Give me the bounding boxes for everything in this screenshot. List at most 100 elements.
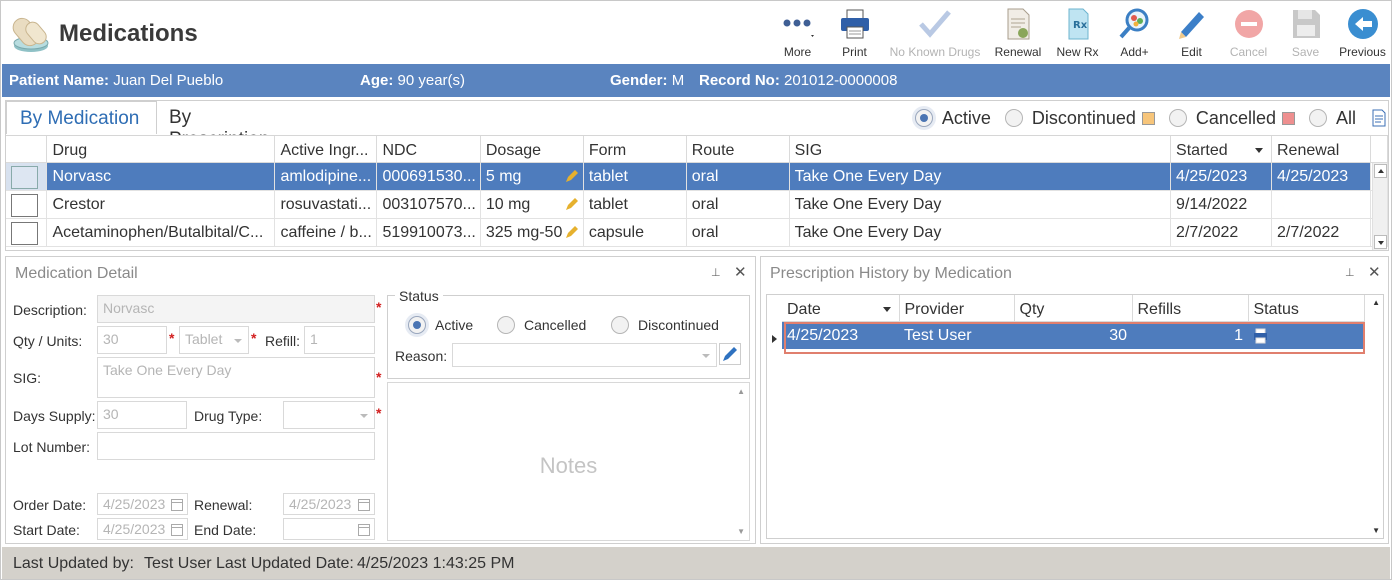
edit-reason-icon[interactable] — [719, 343, 741, 365]
lot-number-field[interactable] — [97, 432, 375, 460]
history-scroll-down-icon[interactable]: ▼ — [1372, 526, 1380, 535]
filter-cancelled[interactable]: Cancelled — [1168, 108, 1295, 129]
scroll-down-icon[interactable] — [1374, 235, 1387, 249]
cell-status — [1248, 321, 1364, 349]
add-plus-button[interactable]: Add+ — [1106, 5, 1163, 61]
column-header-route[interactable]: Route — [686, 136, 790, 163]
notes-scroll-up-icon[interactable]: ▲ — [737, 387, 745, 396]
filter-active[interactable]: Active — [914, 108, 991, 129]
calendar-icon[interactable] — [358, 524, 370, 536]
print-button[interactable]: Print — [826, 5, 883, 61]
column-header-dosage[interactable]: Dosage — [480, 136, 584, 163]
page-title: Medications — [59, 20, 198, 47]
cell-renewal — [1271, 190, 1371, 219]
column-header-qty[interactable]: Qty — [1014, 295, 1133, 322]
reason-dropdown[interactable] — [452, 343, 717, 367]
status-discontinued-option[interactable]: Discontinued — [611, 316, 719, 334]
discontinued-radio[interactable] — [1004, 109, 1023, 127]
more-button[interactable]: More — [769, 5, 826, 61]
renewal-document-icon — [1007, 8, 1030, 40]
cancel-button[interactable]: Cancel — [1220, 5, 1277, 61]
edit-dosage-icon[interactable] — [565, 197, 579, 211]
tab-by-medication[interactable]: By Medication — [6, 101, 157, 134]
row-checkbox-cell[interactable] — [6, 218, 48, 247]
column-header-status[interactable]: Status — [1248, 295, 1365, 322]
all-radio[interactable] — [1308, 109, 1327, 127]
magnifier-pills-icon — [1119, 8, 1148, 39]
new-rx-icon: Rx — [1068, 8, 1088, 40]
column-header-renewal[interactable]: Renewal — [1271, 136, 1371, 163]
save-button[interactable]: Save — [1277, 5, 1334, 61]
qty-field[interactable]: 30 — [97, 326, 167, 354]
column-header-active-ingredient[interactable]: Active Ingr... — [274, 136, 378, 163]
pin-icon[interactable]: ⊥ — [711, 266, 721, 279]
cell-route: oral — [686, 162, 790, 191]
calendar-icon[interactable] — [171, 524, 183, 536]
add-plus-label: Add+ — [1120, 45, 1149, 59]
calendar-icon[interactable] — [171, 499, 183, 511]
scroll-up-icon[interactable] — [1374, 164, 1387, 178]
edit-dosage-icon[interactable] — [565, 225, 579, 239]
column-header-provider[interactable]: Provider — [899, 295, 1015, 322]
select-column-header — [6, 136, 48, 163]
row-checkbox-cell[interactable] — [6, 162, 48, 191]
refill-field[interactable]: 1 — [304, 326, 375, 354]
renewal-button[interactable]: Renewal — [987, 5, 1049, 61]
filter-all[interactable]: All — [1308, 108, 1356, 129]
column-header-refills[interactable]: Refills — [1132, 295, 1249, 322]
edit-dosage-icon[interactable] — [565, 169, 579, 183]
filter-discontinued[interactable]: Discontinued — [1004, 108, 1155, 129]
table-row[interactable]: 4/25/2023 Test User 30 1 — [782, 321, 1364, 349]
table-row[interactable]: Crestor rosuvastati... 003107570... 10 m… — [6, 190, 1389, 219]
column-header-date[interactable]: Date — [782, 295, 900, 322]
end-date-field[interactable] — [283, 518, 375, 540]
medications-window: Medications More Print No Known Drugs Re… — [0, 0, 1392, 580]
table-row[interactable]: Acetaminophen/Butalbital/C... caffeine /… — [6, 218, 1389, 247]
status-cancelled-option[interactable]: Cancelled — [497, 316, 586, 334]
edit-button[interactable]: Edit — [1163, 5, 1220, 61]
cell-form: tablet — [583, 190, 687, 219]
status-cancelled-radio[interactable] — [497, 316, 515, 334]
row-checkbox[interactable] — [11, 165, 38, 189]
column-header-started[interactable]: Started — [1170, 136, 1272, 163]
units-dropdown[interactable]: Tablet — [179, 326, 249, 354]
required-marker: * — [376, 405, 382, 421]
cell-ingredient: rosuvastati... — [274, 190, 378, 219]
sig-field[interactable]: Take One Every Day — [97, 357, 375, 398]
notes-field[interactable]: Notes ▲ ▼ — [387, 382, 750, 541]
row-checkbox[interactable] — [11, 221, 38, 245]
svg-text:Rx: Rx — [1073, 20, 1088, 31]
status-active-radio[interactable] — [408, 316, 426, 334]
order-date-field[interactable]: 4/25/2023 — [97, 493, 188, 515]
description-field[interactable]: Norvasc — [97, 295, 375, 323]
dosage-value: 325 mg-50 — [485, 224, 563, 241]
start-date-field[interactable]: 4/25/2023 — [97, 518, 188, 540]
close-icon[interactable]: ✕ — [1368, 263, 1381, 281]
renewal-date-field[interactable]: 4/25/2023 — [283, 493, 375, 515]
cell-date: 4/25/2023 — [782, 321, 899, 349]
row-checkbox-cell[interactable] — [6, 190, 48, 219]
calendar-icon[interactable] — [358, 499, 370, 511]
notes-scroll-down-icon[interactable]: ▼ — [737, 527, 745, 536]
previous-button[interactable]: Previous — [1334, 5, 1391, 61]
status-discontinued-radio[interactable] — [611, 316, 629, 334]
medication-grid-scrollbar[interactable] — [1372, 163, 1387, 250]
days-supply-field[interactable]: 30 — [97, 401, 187, 429]
pin-icon[interactable]: ⊥ — [1345, 266, 1355, 279]
column-header-form[interactable]: Form — [583, 136, 687, 163]
tab-by-prescription[interactable]: By Prescription — [157, 101, 281, 150]
column-header-sig[interactable]: SIG — [789, 136, 1172, 163]
cancelled-radio[interactable] — [1168, 109, 1187, 127]
close-icon[interactable]: ✕ — [734, 263, 747, 281]
active-radio[interactable] — [914, 109, 933, 127]
no-known-drugs-button[interactable]: No Known Drugs — [883, 5, 987, 61]
table-row[interactable]: Norvasc amlodipine... 000691530... 5 mg … — [6, 162, 1389, 191]
status-active-option[interactable]: Active — [408, 316, 473, 334]
column-header-ndc[interactable]: NDC — [376, 136, 481, 163]
row-checkbox[interactable] — [11, 193, 38, 217]
column-header-drug[interactable]: Drug — [46, 136, 276, 163]
drug-type-dropdown[interactable] — [283, 401, 375, 429]
new-rx-button[interactable]: Rx New Rx — [1049, 5, 1106, 61]
report-icon[interactable] — [1372, 109, 1386, 127]
history-scroll-up-icon[interactable]: ▲ — [1372, 298, 1380, 307]
